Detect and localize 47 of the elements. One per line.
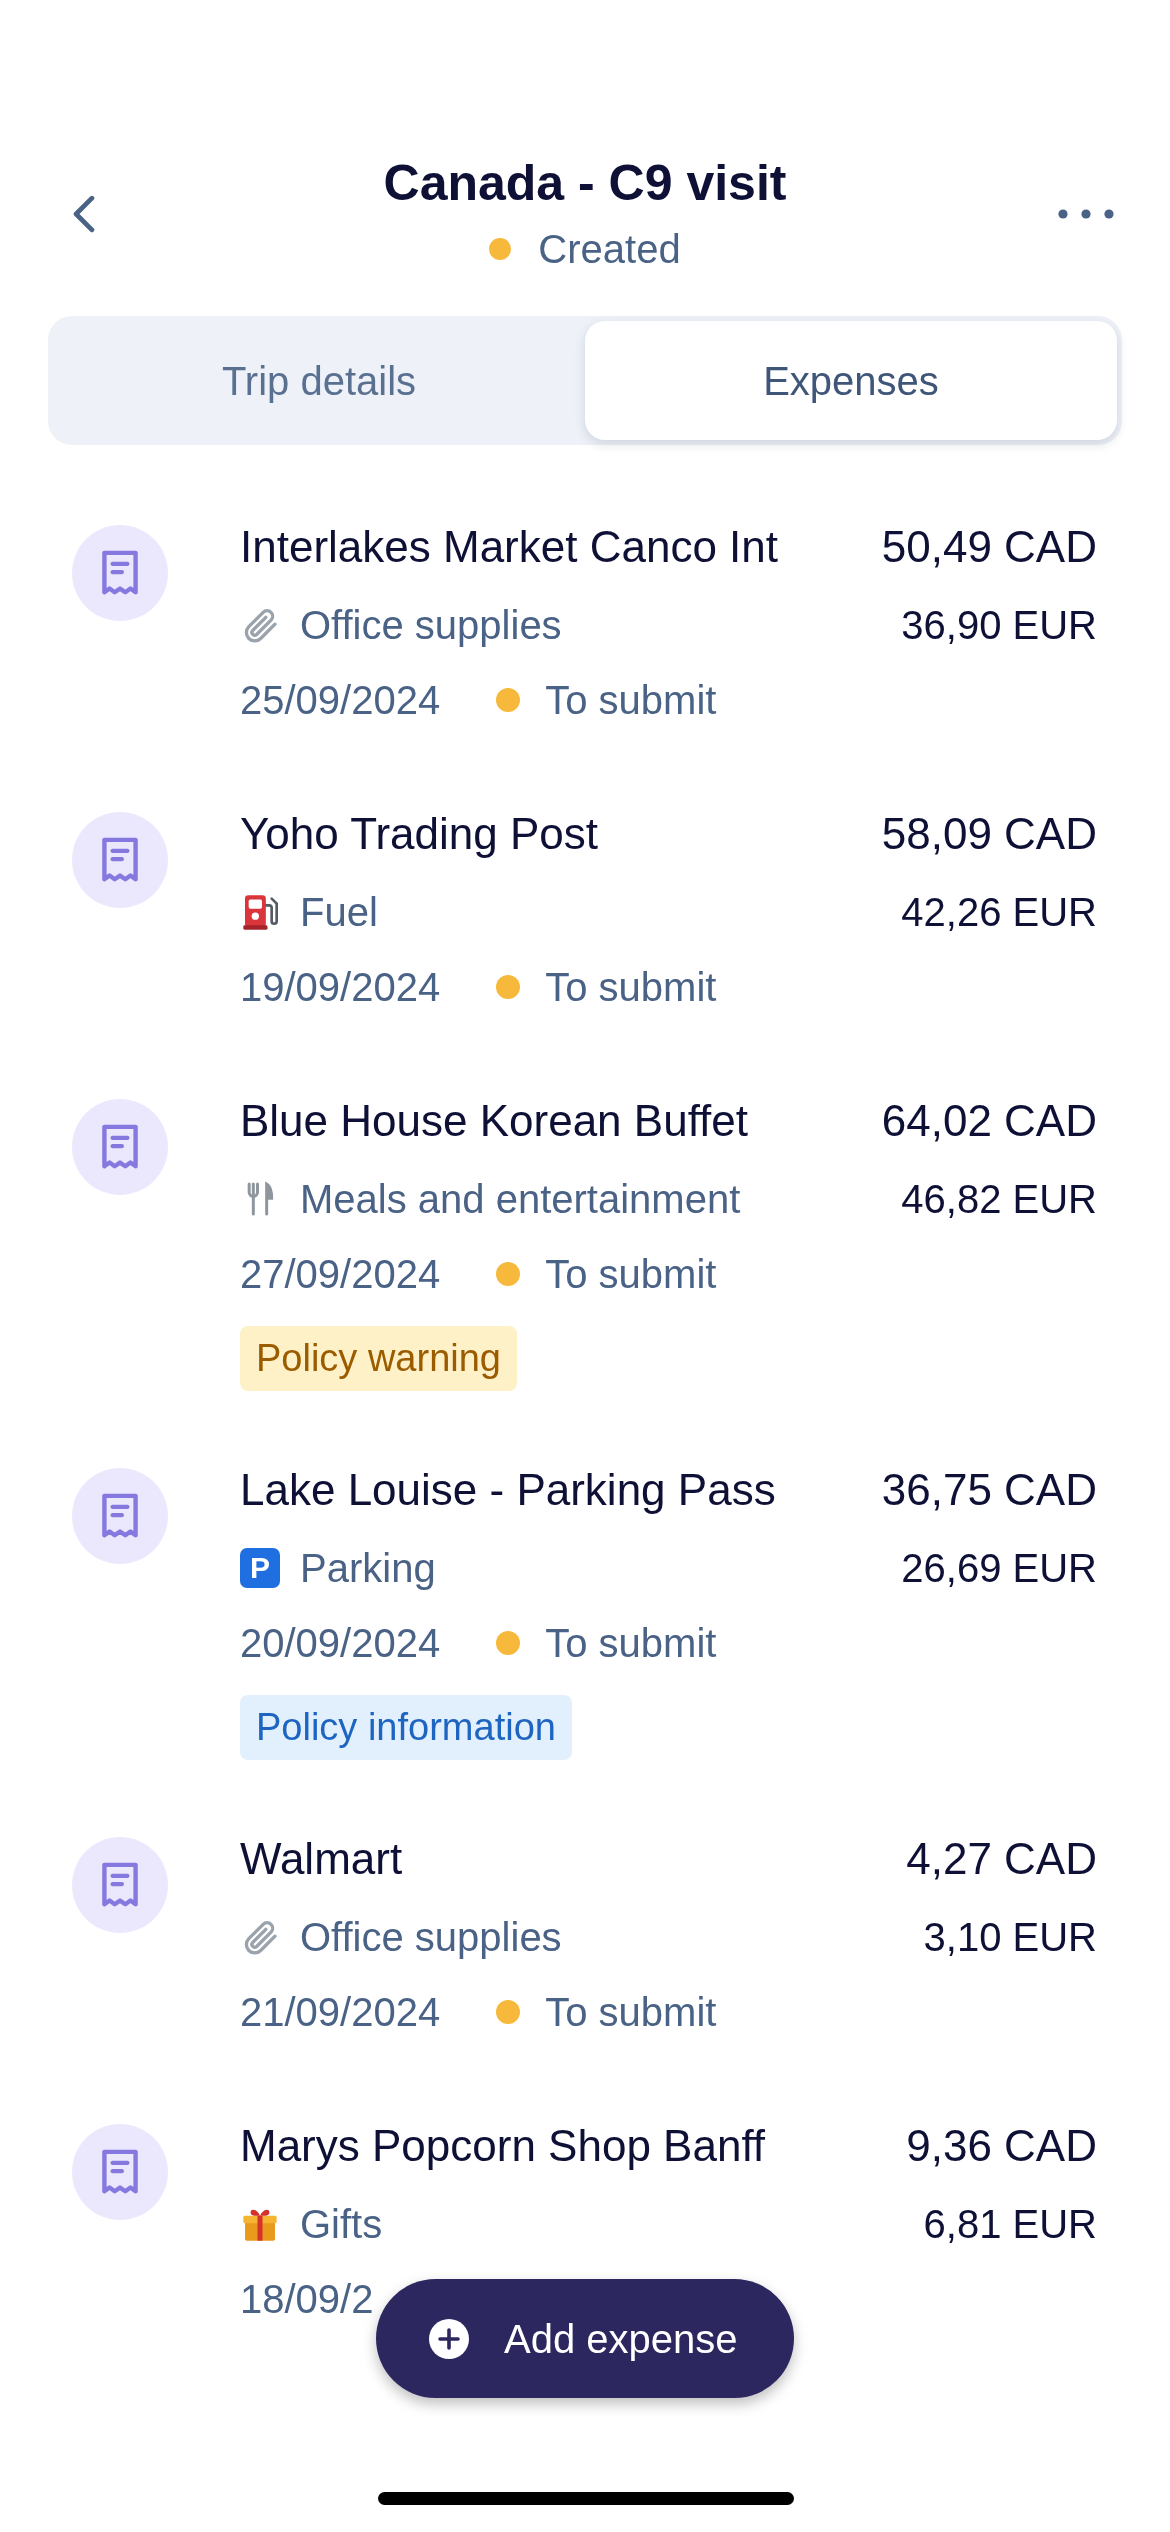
amount: 50,49 CAD: [881, 521, 1097, 573]
tab[interactable]: Expenses: [585, 321, 1117, 440]
category-label: Gifts: [300, 2201, 383, 2248]
status-label: To submit: [545, 677, 717, 724]
policy-tag: Policy warning: [240, 1326, 517, 1391]
converted-amount: 46,82 EUR: [901, 1176, 1097, 1223]
amount: 58,09 CAD: [881, 808, 1097, 860]
parking-sign: P: [240, 1548, 280, 1588]
amount: 36,75 CAD: [881, 1464, 1097, 1516]
date: 18/09/2: [240, 2276, 374, 2323]
status-label: To submit: [545, 1251, 717, 1298]
date: 19/09/2024: [240, 964, 441, 1011]
chevron-left-icon: [71, 195, 97, 233]
plus-icon: [429, 2318, 469, 2359]
category-label: Office supplies: [300, 1914, 562, 1961]
amount: 4,27 CAD: [906, 1833, 1097, 1885]
tab[interactable]: Trip details: [53, 321, 585, 440]
category-label: Meals and entertainment: [300, 1176, 741, 1223]
status-label: To submit: [545, 1989, 717, 2036]
converted-amount: 42,26 EUR: [901, 889, 1097, 936]
converted-amount: 26,69 EUR: [901, 1545, 1097, 1592]
add-expense-button[interactable]: Add expense: [376, 2279, 794, 2398]
date: 20/09/2024: [240, 1620, 441, 1667]
merchant-name: Marys Popcorn Shop Banff: [240, 2120, 766, 2172]
converted-amount: 3,10 EUR: [923, 1914, 1097, 1961]
converted-amount: 36,90 EUR: [901, 602, 1097, 649]
status-label: To submit: [545, 1620, 717, 1667]
merchant-name: Walmart: [240, 1833, 403, 1885]
amount: 9,36 CAD: [906, 2120, 1097, 2172]
fuel-pump-icon: [240, 892, 280, 932]
date: 21/09/2024: [240, 1989, 441, 2036]
ellipsis-icon: [1058, 209, 1114, 219]
trip-title: Canada - C9 visit: [383, 154, 787, 213]
merchant-name: Interlakes Market Canco Int: [240, 521, 778, 573]
category-label: Parking: [300, 1545, 436, 1592]
date: 25/09/2024: [240, 677, 441, 724]
merchant-name: Blue House Korean Buffet: [240, 1095, 748, 1147]
status-label: To submit: [545, 964, 717, 1011]
date: 27/09/2024: [240, 1251, 441, 1298]
merchant-name: Lake Louise - Parking Pass: [240, 1464, 776, 1516]
merchant-name: Yoho Trading Post: [240, 808, 598, 860]
category-label: Fuel: [300, 889, 378, 936]
category-label: Office supplies: [300, 602, 562, 649]
amount: 64,02 CAD: [881, 1095, 1097, 1147]
policy-tag: Policy information: [240, 1695, 572, 1760]
converted-amount: 6,81 EUR: [923, 2201, 1097, 2248]
trip-status: Created: [538, 226, 681, 273]
